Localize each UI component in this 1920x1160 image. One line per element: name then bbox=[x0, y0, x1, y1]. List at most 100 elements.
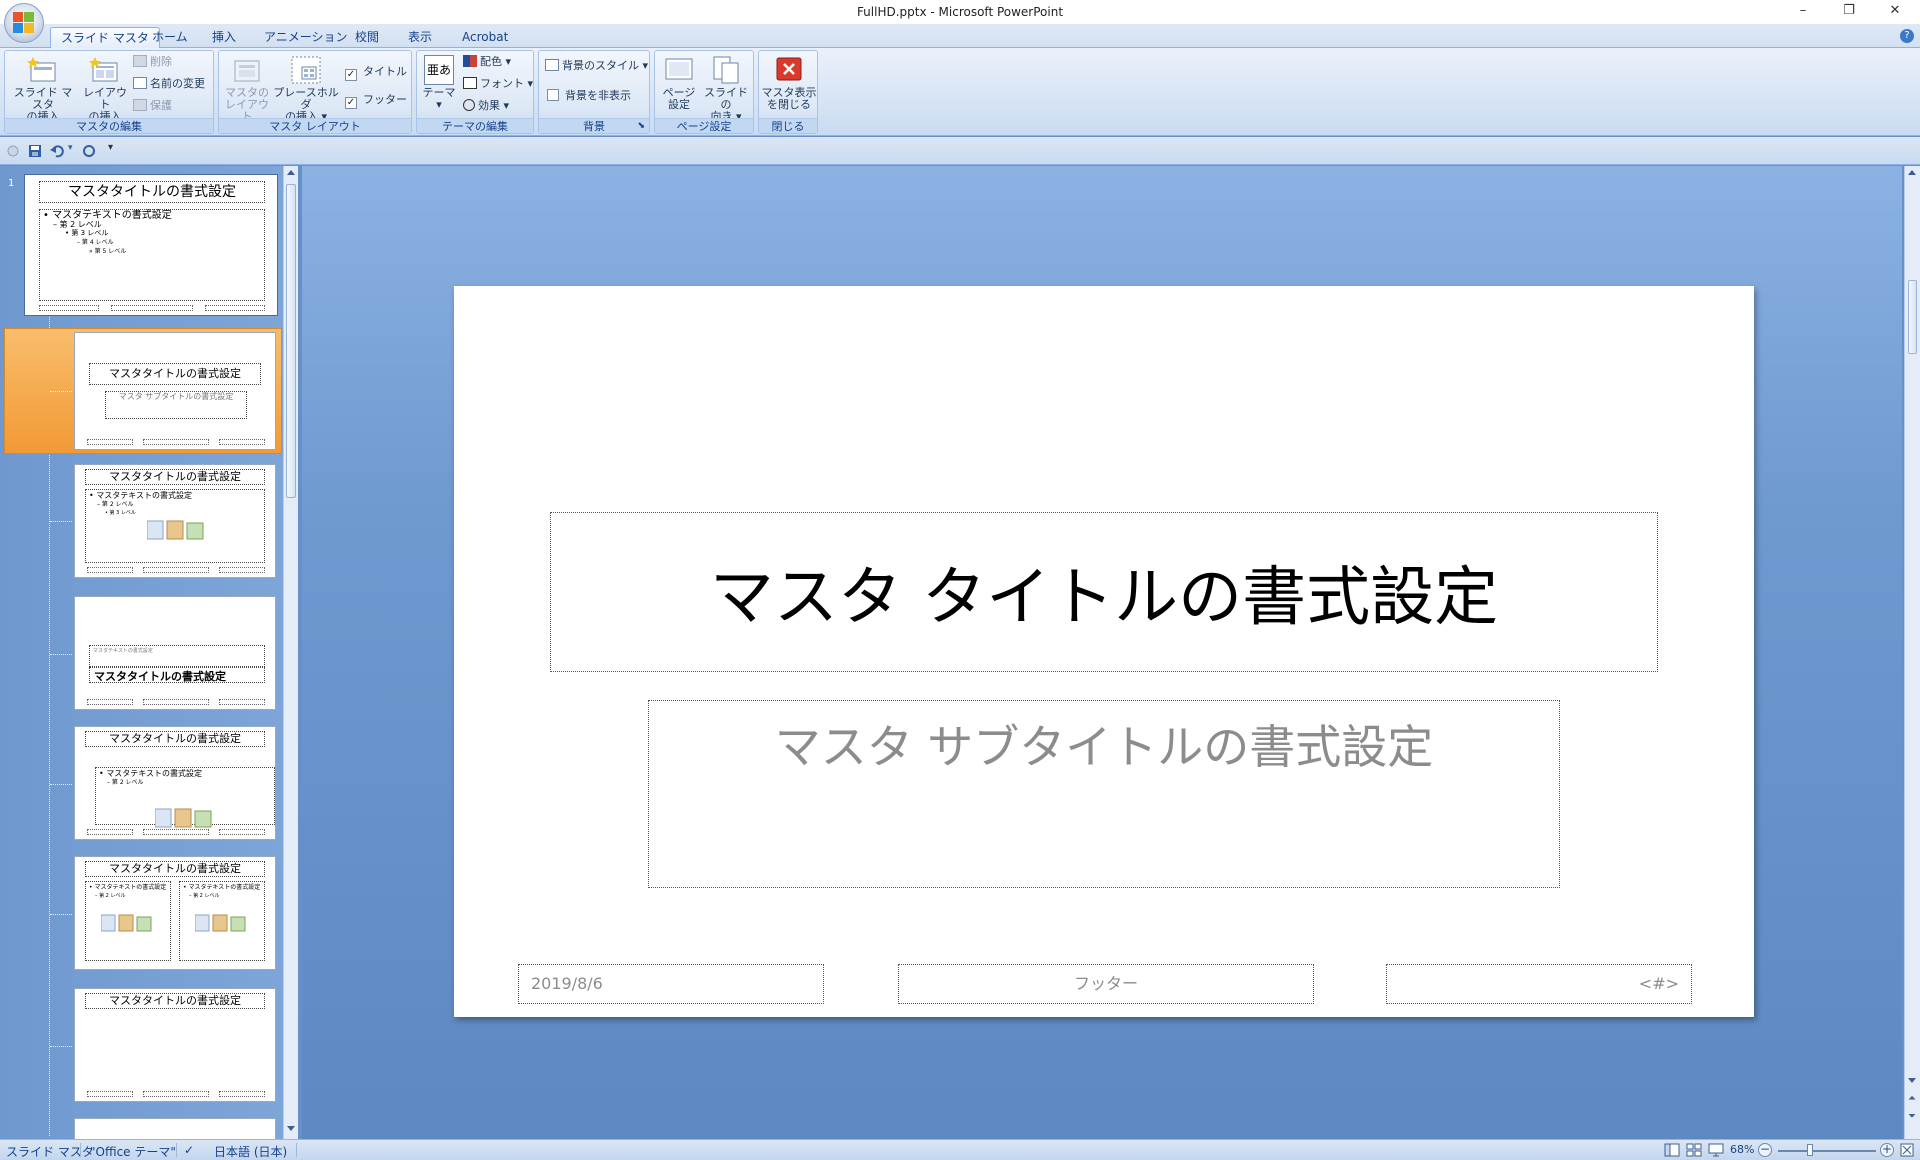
footer-check-icon: ✓ bbox=[345, 97, 357, 109]
zoom-slider-handle[interactable] bbox=[1806, 1144, 1813, 1156]
footer-check-label: フッター bbox=[363, 93, 407, 106]
slide-sorter-icon[interactable] bbox=[1686, 1143, 1702, 1157]
zoom-percent[interactable]: 68% bbox=[1730, 1143, 1754, 1156]
group-label-page-setup: ページ設定 bbox=[655, 118, 753, 133]
thumb-section-title: マスタタイトルの書式設定 bbox=[89, 667, 265, 683]
date-placeholder[interactable]: 2019/8/6 bbox=[518, 964, 824, 1004]
spellcheck-icon[interactable]: ✓ bbox=[184, 1143, 194, 1157]
title-checkbox[interactable]: ✓ タイトル bbox=[345, 63, 407, 81]
hide-background-checkbox[interactable]: 背景を非表示 bbox=[547, 87, 631, 105]
preserve-label: 保護 bbox=[150, 99, 172, 112]
scroll-down-icon[interactable] bbox=[287, 1126, 295, 1131]
thumb-text-l2: – 第 2 レベル bbox=[95, 893, 126, 899]
delete-label: 削除 bbox=[150, 55, 172, 68]
close-window-button[interactable]: ✕ bbox=[1872, 0, 1918, 22]
insert-layout-button[interactable]: レイアウト の挿入 bbox=[79, 55, 131, 123]
subtitle-placeholder[interactable]: マスタ サブタイトルの書式設定 bbox=[648, 700, 1560, 888]
orientation-icon bbox=[710, 55, 742, 85]
undo-icon[interactable] bbox=[50, 144, 64, 158]
zoom-in-icon[interactable]: + bbox=[1880, 1143, 1894, 1157]
page-setup-button[interactable]: ページ 設定 bbox=[659, 55, 699, 111]
slide-thumbnail-pane: 1 マスタタイトルの書式設定 • マスタテキストの書式設定 – 第 2 レベル … bbox=[0, 166, 298, 1142]
master-layout-button[interactable]: マスタの レイアウト bbox=[223, 55, 271, 123]
save-icon[interactable] bbox=[28, 144, 42, 158]
group-master-layout: マスタの レイアウト プレースホルダ の挿入 ▾ ✓ タイトル ✓ フッター マスタ… bbox=[218, 50, 412, 134]
hide-bg-label: 背景を非表示 bbox=[565, 89, 631, 102]
slideshow-icon[interactable] bbox=[1708, 1143, 1724, 1157]
thumb-footer bbox=[219, 1091, 265, 1097]
office-button[interactable] bbox=[4, 3, 44, 43]
group-label-master-layout: マスタ レイアウト bbox=[219, 118, 411, 133]
thumb-title-content-layout[interactable]: マスタタイトルの書式設定 • マスタテキストの書式設定 – 第 2 レベル • … bbox=[74, 464, 276, 578]
scroll-down-icon[interactable] bbox=[1908, 1078, 1916, 1083]
thumb-section-layout[interactable]: マスタテキストの書式設定 マスタタイトルの書式設定 bbox=[74, 596, 276, 710]
insert-placeholder-label-1: プレースホルダ bbox=[273, 86, 339, 111]
close-master-view-button[interactable]: マスタ表示 を閉じる bbox=[761, 55, 817, 111]
ribbon-tabs: スライド マスタ ホーム 挿入 アニメーション 校閲 表示 Acrobat ? bbox=[0, 24, 1920, 48]
dialog-launcher-icon[interactable]: ⬊ bbox=[637, 119, 645, 134]
effects-button[interactable]: 効果 ▾ bbox=[463, 97, 509, 115]
preserve-icon bbox=[133, 99, 147, 111]
insert-placeholder-button[interactable]: プレースホルダ の挿入 ▾ bbox=[271, 55, 341, 123]
slide-number-placeholder[interactable]: <#> bbox=[1386, 964, 1692, 1004]
insert-layout-label-1: レイアウト bbox=[83, 86, 127, 111]
thumb-footer bbox=[205, 305, 265, 311]
tab-review[interactable]: 校閲 bbox=[345, 27, 389, 48]
master-layout-icon bbox=[231, 55, 263, 85]
slide-orientation-button[interactable]: スライドの 向き ▾ bbox=[701, 55, 751, 123]
group-label-background: 背景 ⬊ bbox=[539, 118, 649, 133]
restore-button[interactable]: ❐ bbox=[1826, 0, 1872, 22]
thumb-text-l2: – 第 2 レベル bbox=[189, 893, 220, 899]
thumb-master[interactable]: マスタタイトルの書式設定 • マスタテキストの書式設定 – 第 2 レベル • … bbox=[24, 174, 278, 316]
customize-qat-icon[interactable]: ▾ bbox=[108, 142, 113, 153]
help-icon[interactable]: ? bbox=[1900, 29, 1914, 43]
tab-home[interactable]: ホーム bbox=[142, 27, 198, 48]
status-language[interactable]: 日本語 (日本) bbox=[214, 1143, 287, 1160]
thumb-title-layout[interactable]: マスタタイトルの書式設定 マスタ サブタイトルの書式設定 bbox=[74, 332, 276, 450]
slide-master-canvas[interactable]: マスタ タイトルの書式設定 マスタ サブタイトルの書式設定 2019/8/6 フ… bbox=[454, 286, 1754, 1017]
zoom-slider[interactable] bbox=[1778, 1150, 1876, 1152]
tab-insert[interactable]: 挿入 bbox=[202, 27, 246, 48]
title-placeholder[interactable]: マスタ タイトルの書式設定 bbox=[550, 512, 1658, 672]
fonts-button[interactable]: フォント ▾ bbox=[463, 75, 533, 93]
thumb-footer bbox=[219, 829, 265, 835]
normal-view-icon[interactable] bbox=[1664, 1143, 1680, 1157]
pane-scroll-thumb[interactable] bbox=[286, 184, 296, 498]
group-theme-edit: 亜あ テーマ ▾ 配色 ▾ フォント ▾ 効果 ▾ テーマの編集 bbox=[416, 50, 534, 134]
master-slide-number: 1 bbox=[8, 178, 15, 189]
pane-scrollbar[interactable] bbox=[283, 166, 298, 1139]
footer-checkbox[interactable]: ✓ フッター bbox=[345, 91, 407, 109]
insert-slide-master-button[interactable]: スライド マスタ の挿入 bbox=[9, 55, 77, 123]
next-slide-icon[interactable]: ⏷ bbox=[1908, 1112, 1916, 1122]
rename-button[interactable]: 名前の変更 bbox=[133, 75, 205, 93]
redo-icon[interactable] bbox=[82, 144, 96, 158]
delete-button[interactable]: 削除 bbox=[133, 53, 172, 71]
scroll-up-icon[interactable] bbox=[287, 170, 295, 175]
tree-connector bbox=[50, 391, 72, 392]
close-master-icon bbox=[773, 55, 805, 85]
canvas-scroll-thumb[interactable] bbox=[1908, 280, 1917, 354]
fit-to-window-icon[interactable] bbox=[1900, 1143, 1914, 1157]
footer-placeholder[interactable]: フッター bbox=[898, 964, 1314, 1004]
prev-slide-icon[interactable]: ⏶ bbox=[1908, 1094, 1916, 1104]
background-styles-button[interactable]: 背景のスタイル ▾ bbox=[545, 57, 648, 75]
colors-button[interactable]: 配色 ▾ bbox=[463, 53, 511, 71]
tab-acrobat[interactable]: Acrobat bbox=[452, 27, 518, 48]
thumb-text-l3: • 第 3 レベル bbox=[65, 229, 109, 237]
undo-dropdown-icon[interactable]: ▾ bbox=[68, 143, 73, 153]
theme-button[interactable]: 亜あ テーマ ▾ bbox=[421, 55, 457, 111]
canvas-scrollbar[interactable]: ⏶ ⏷ bbox=[1904, 166, 1920, 1139]
minimize-button[interactable]: – bbox=[1780, 0, 1826, 22]
tab-animation[interactable]: アニメーション bbox=[254, 27, 358, 48]
status-theme: "Office テーマ" bbox=[90, 1145, 176, 1159]
gear-icon[interactable] bbox=[6, 144, 20, 158]
tab-view[interactable]: 表示 bbox=[398, 27, 442, 48]
preserve-button[interactable]: 保護 bbox=[133, 97, 172, 115]
thumb-title-only-layout[interactable]: マスタタイトルの書式設定 bbox=[74, 988, 276, 1102]
thumb-content-layout-2[interactable]: マスタタイトルの書式設定 • マスタテキストの書式設定 – 第 2 レベル bbox=[74, 726, 276, 840]
scroll-up-icon[interactable] bbox=[1908, 170, 1916, 175]
thumb-comparison-layout[interactable]: マスタタイトルの書式設定 • マスタテキストの書式設定 – 第 2 レベル • … bbox=[74, 856, 276, 970]
group-master-edit: スライド マスタ の挿入 レイアウト の挿入 削除 名前の変更 保護 マスタの編… bbox=[4, 50, 214, 134]
thumb-text-l1: • マスタテキストの書式設定 bbox=[183, 884, 261, 891]
zoom-out-icon[interactable]: − bbox=[1758, 1143, 1772, 1157]
